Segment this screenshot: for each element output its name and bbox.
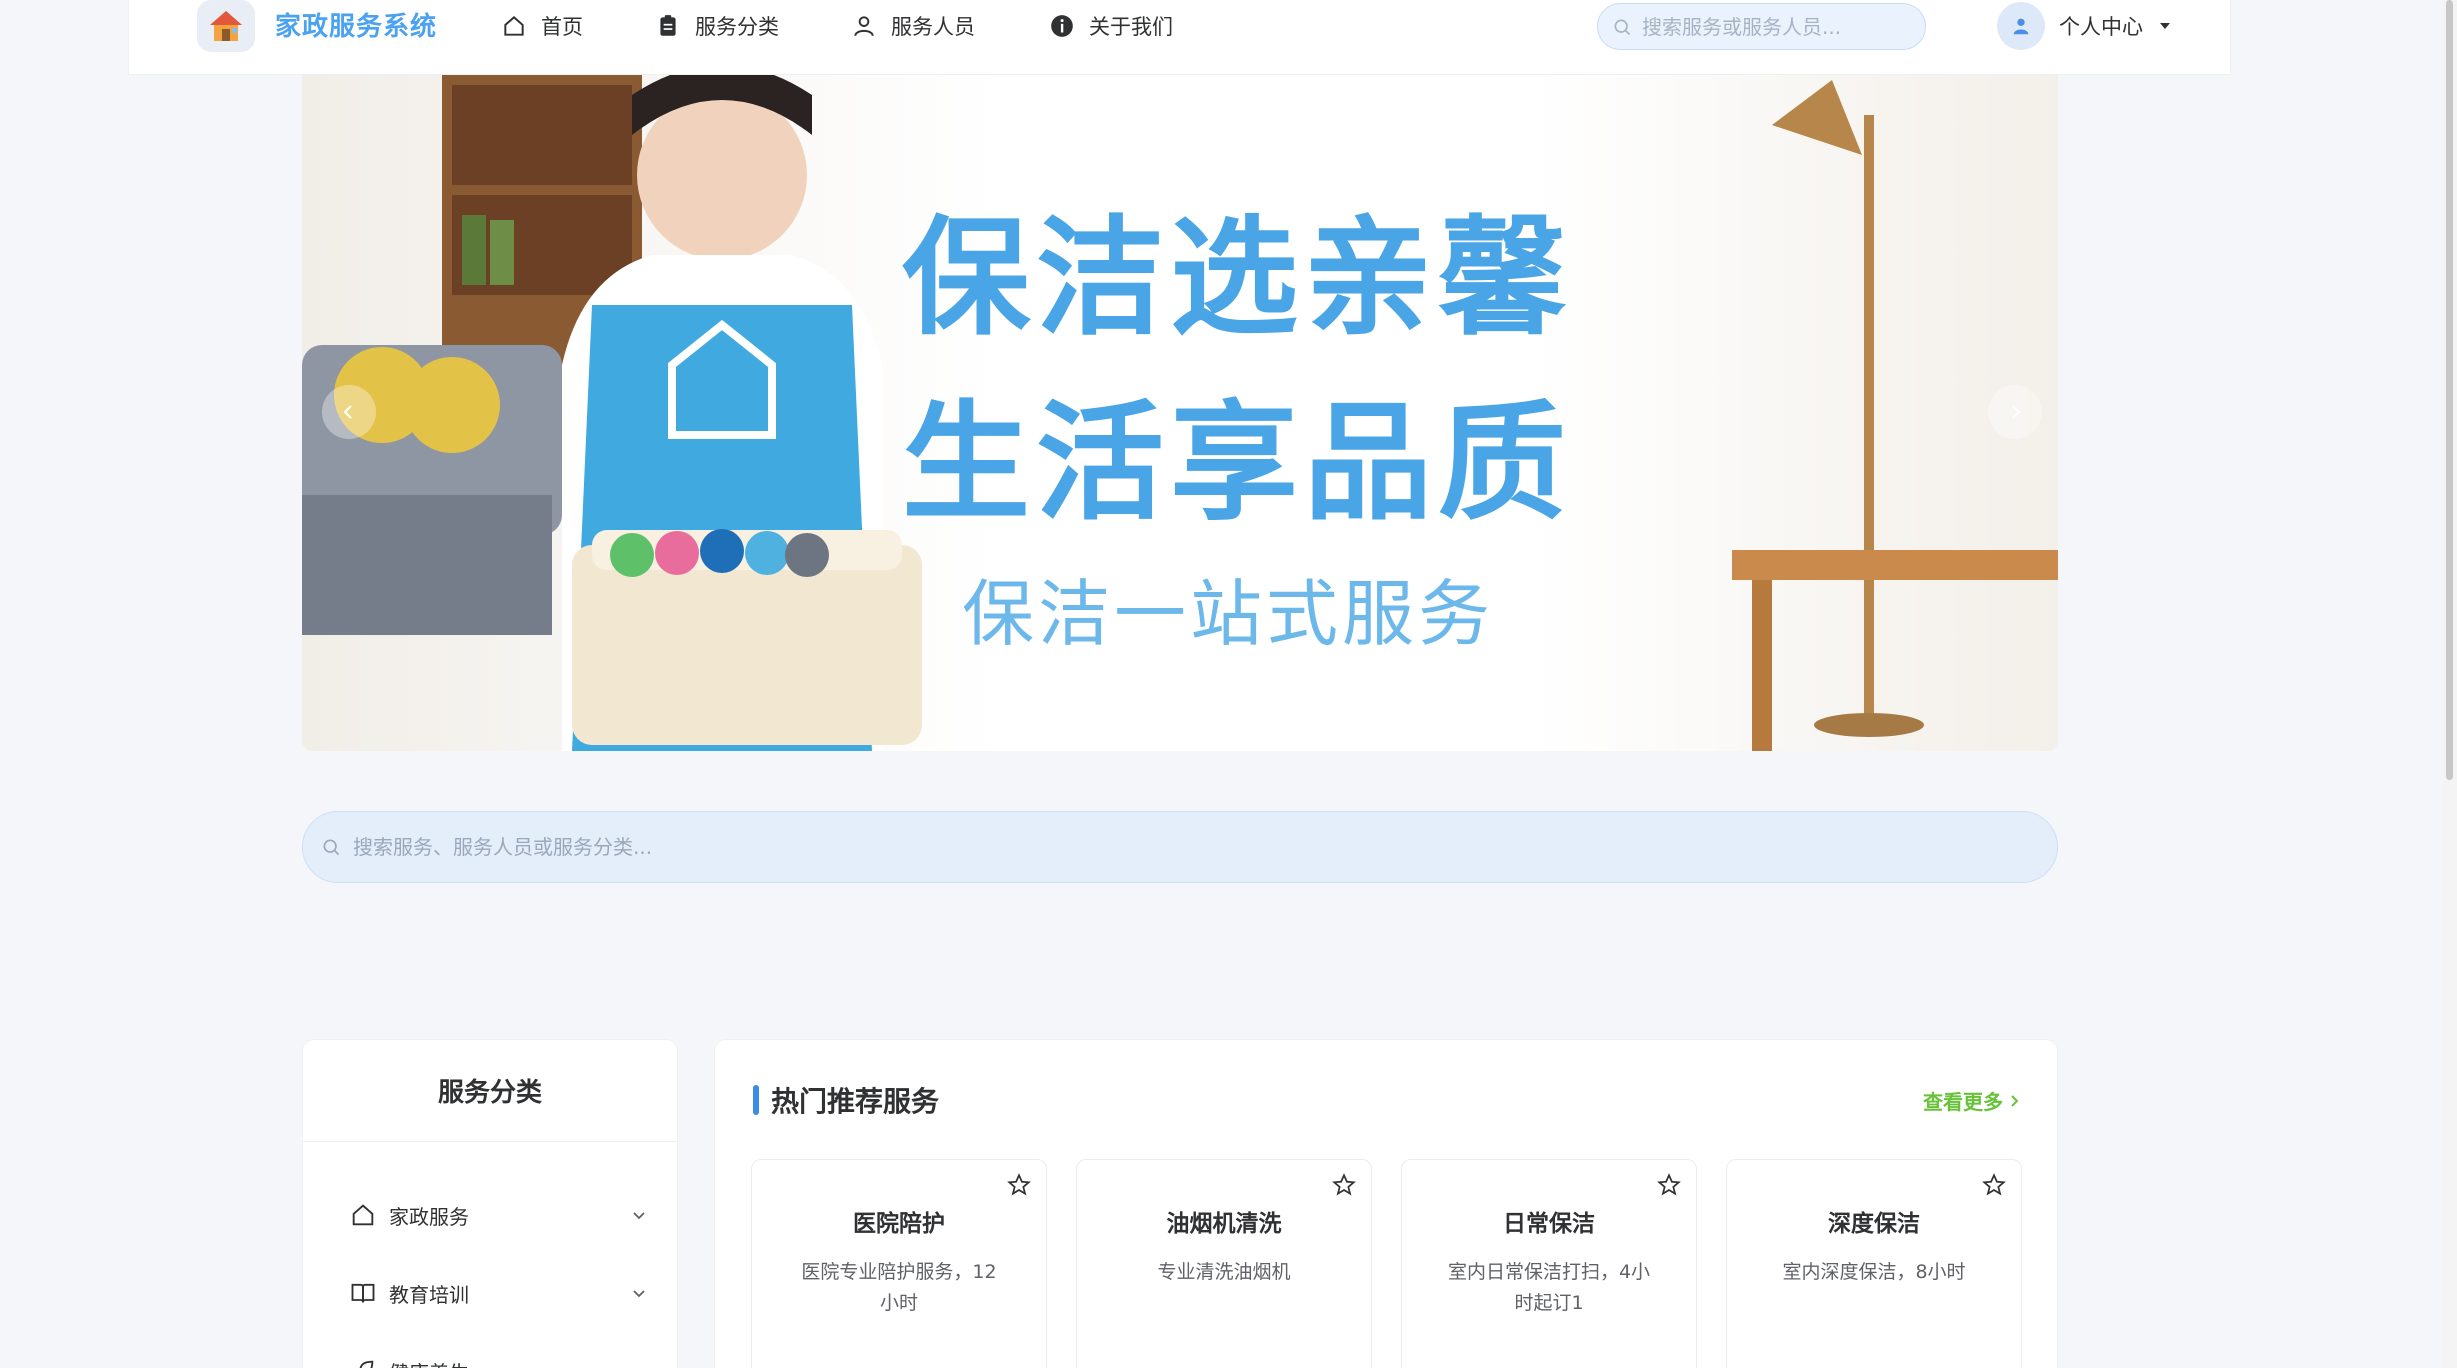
service-card[interactable]: 日常保洁 室内日常保洁打扫，4小时起订1 bbox=[1401, 1159, 1697, 1368]
star-icon[interactable] bbox=[1006, 1172, 1032, 1198]
hot-services-title: 热门推荐服务 bbox=[771, 1085, 940, 1118]
info-icon bbox=[1051, 15, 1073, 37]
service-description: 医院专业陪护服务，12小时 bbox=[801, 1261, 997, 1314]
user-center-dropdown[interactable]: 个人中心 bbox=[1997, 0, 2173, 52]
service-card[interactable]: 深度保洁 室内深度保洁，8小时 bbox=[1726, 1159, 2022, 1368]
service-description: 专业清洗油烟机 bbox=[1157, 1261, 1291, 1283]
sidebar-item-health[interactable]: 健康养生 bbox=[349, 1351, 649, 1368]
top-navbar: 家政服务系统 首页 服务分类 服务人员 关于我们 个人中心 bbox=[128, 0, 2231, 75]
header-search-input[interactable] bbox=[1642, 14, 1902, 39]
banner-headline-1: 保洁选亲馨 bbox=[902, 204, 1573, 353]
search-icon bbox=[1614, 19, 1631, 35]
chevron-left-icon bbox=[343, 405, 352, 419]
nav-about-label: 关于我们 bbox=[1089, 15, 1173, 39]
category-sidebar: 服务分类 家政服务 教育培训 健康养生 bbox=[302, 1039, 678, 1368]
page-scrollbar[interactable] bbox=[2442, 0, 2457, 1368]
main-search-input[interactable] bbox=[353, 835, 1953, 859]
star-icon[interactable] bbox=[1981, 1172, 2007, 1198]
book-icon bbox=[351, 1283, 375, 1303]
service-description: 室内深度保洁，8小时 bbox=[1782, 1261, 1966, 1283]
nav-service-category[interactable]: 服务分类 bbox=[655, 8, 779, 44]
avatar[interactable] bbox=[1997, 2, 2045, 50]
service-description: 室内日常保洁打扫，4小时起订1 bbox=[1447, 1261, 1651, 1314]
home-icon bbox=[504, 16, 524, 36]
sidebar-title: 服务分类 bbox=[303, 1040, 677, 1142]
sidebar-item-label: 教育培训 bbox=[389, 1282, 469, 1307]
carousel-prev-button[interactable] bbox=[322, 385, 376, 439]
service-card[interactable]: 油烟机清洗 专业清洗油烟机 bbox=[1076, 1159, 1372, 1368]
view-more-label: 查看更多 bbox=[1923, 1090, 2003, 1114]
clipboard-icon bbox=[660, 15, 676, 36]
sidebar-item-label: 家政服务 bbox=[389, 1204, 469, 1229]
nav-about[interactable]: 关于我们 bbox=[1049, 8, 1173, 44]
nav-service-category-label: 服务分类 bbox=[695, 15, 779, 39]
main-search[interactable] bbox=[302, 811, 2058, 883]
service-card[interactable]: 医院陪护 医院专业陪护服务，12小时 bbox=[751, 1159, 1047, 1368]
star-icon[interactable] bbox=[1331, 1172, 1357, 1198]
nav-staff-label: 服务人员 bbox=[891, 15, 975, 39]
home-icon bbox=[352, 1204, 374, 1226]
sidebar-item-education[interactable]: 教育培训 bbox=[349, 1273, 649, 1313]
star-icon[interactable] bbox=[1656, 1172, 1682, 1198]
nav-home-label: 首页 bbox=[541, 15, 583, 39]
chevron-right-icon bbox=[2012, 405, 2021, 419]
nav-home[interactable]: 首页 bbox=[501, 8, 583, 44]
header-search[interactable] bbox=[1597, 3, 1926, 50]
search-icon bbox=[323, 839, 340, 856]
banner-subtitle: 保洁一站式服务 bbox=[962, 572, 1495, 656]
service-name: 深度保洁 bbox=[1828, 1211, 1920, 1237]
chevron-right-icon bbox=[2011, 1094, 2019, 1107]
promo-banner[interactable]: 保洁选亲馨 生活享品质 保洁一站式服务 bbox=[302, 75, 2058, 751]
house-icon[interactable] bbox=[197, 0, 255, 52]
sidebar-item-housekeeping[interactable]: 家政服务 bbox=[349, 1195, 649, 1235]
service-name: 医院陪护 bbox=[853, 1211, 945, 1237]
chevron-down-icon bbox=[633, 1290, 645, 1298]
hot-services-panel: 热门推荐服务 查看更多 医院陪护 医院专业陪护服务，12小时 油烟机清洗 专业清… bbox=[714, 1039, 2058, 1368]
carousel-next-button[interactable] bbox=[1988, 385, 2042, 439]
sidebar-item-label: 健康养生 bbox=[389, 1357, 469, 1368]
view-more-link[interactable]: 查看更多 bbox=[1923, 1086, 2021, 1115]
service-name: 日常保洁 bbox=[1503, 1211, 1595, 1237]
banner-headline-2: 生活享品质 bbox=[902, 389, 1573, 538]
caret-down-icon bbox=[2160, 23, 2170, 29]
user-avatar-icon bbox=[2013, 18, 2029, 35]
leaf-icon bbox=[359, 1360, 374, 1368]
app-title[interactable]: 家政服务系统 bbox=[275, 6, 437, 43]
nav-staff[interactable]: 服务人员 bbox=[851, 8, 975, 44]
user-center-label: 个人中心 bbox=[2059, 15, 2143, 39]
chevron-down-icon bbox=[633, 1212, 645, 1220]
chevron-down-icon bbox=[629, 1361, 649, 1368]
section-accent-bar bbox=[753, 1085, 759, 1115]
scrollbar-thumb[interactable] bbox=[2446, 0, 2453, 780]
user-icon bbox=[854, 16, 874, 37]
service-name: 油烟机清洗 bbox=[1166, 1211, 1282, 1237]
